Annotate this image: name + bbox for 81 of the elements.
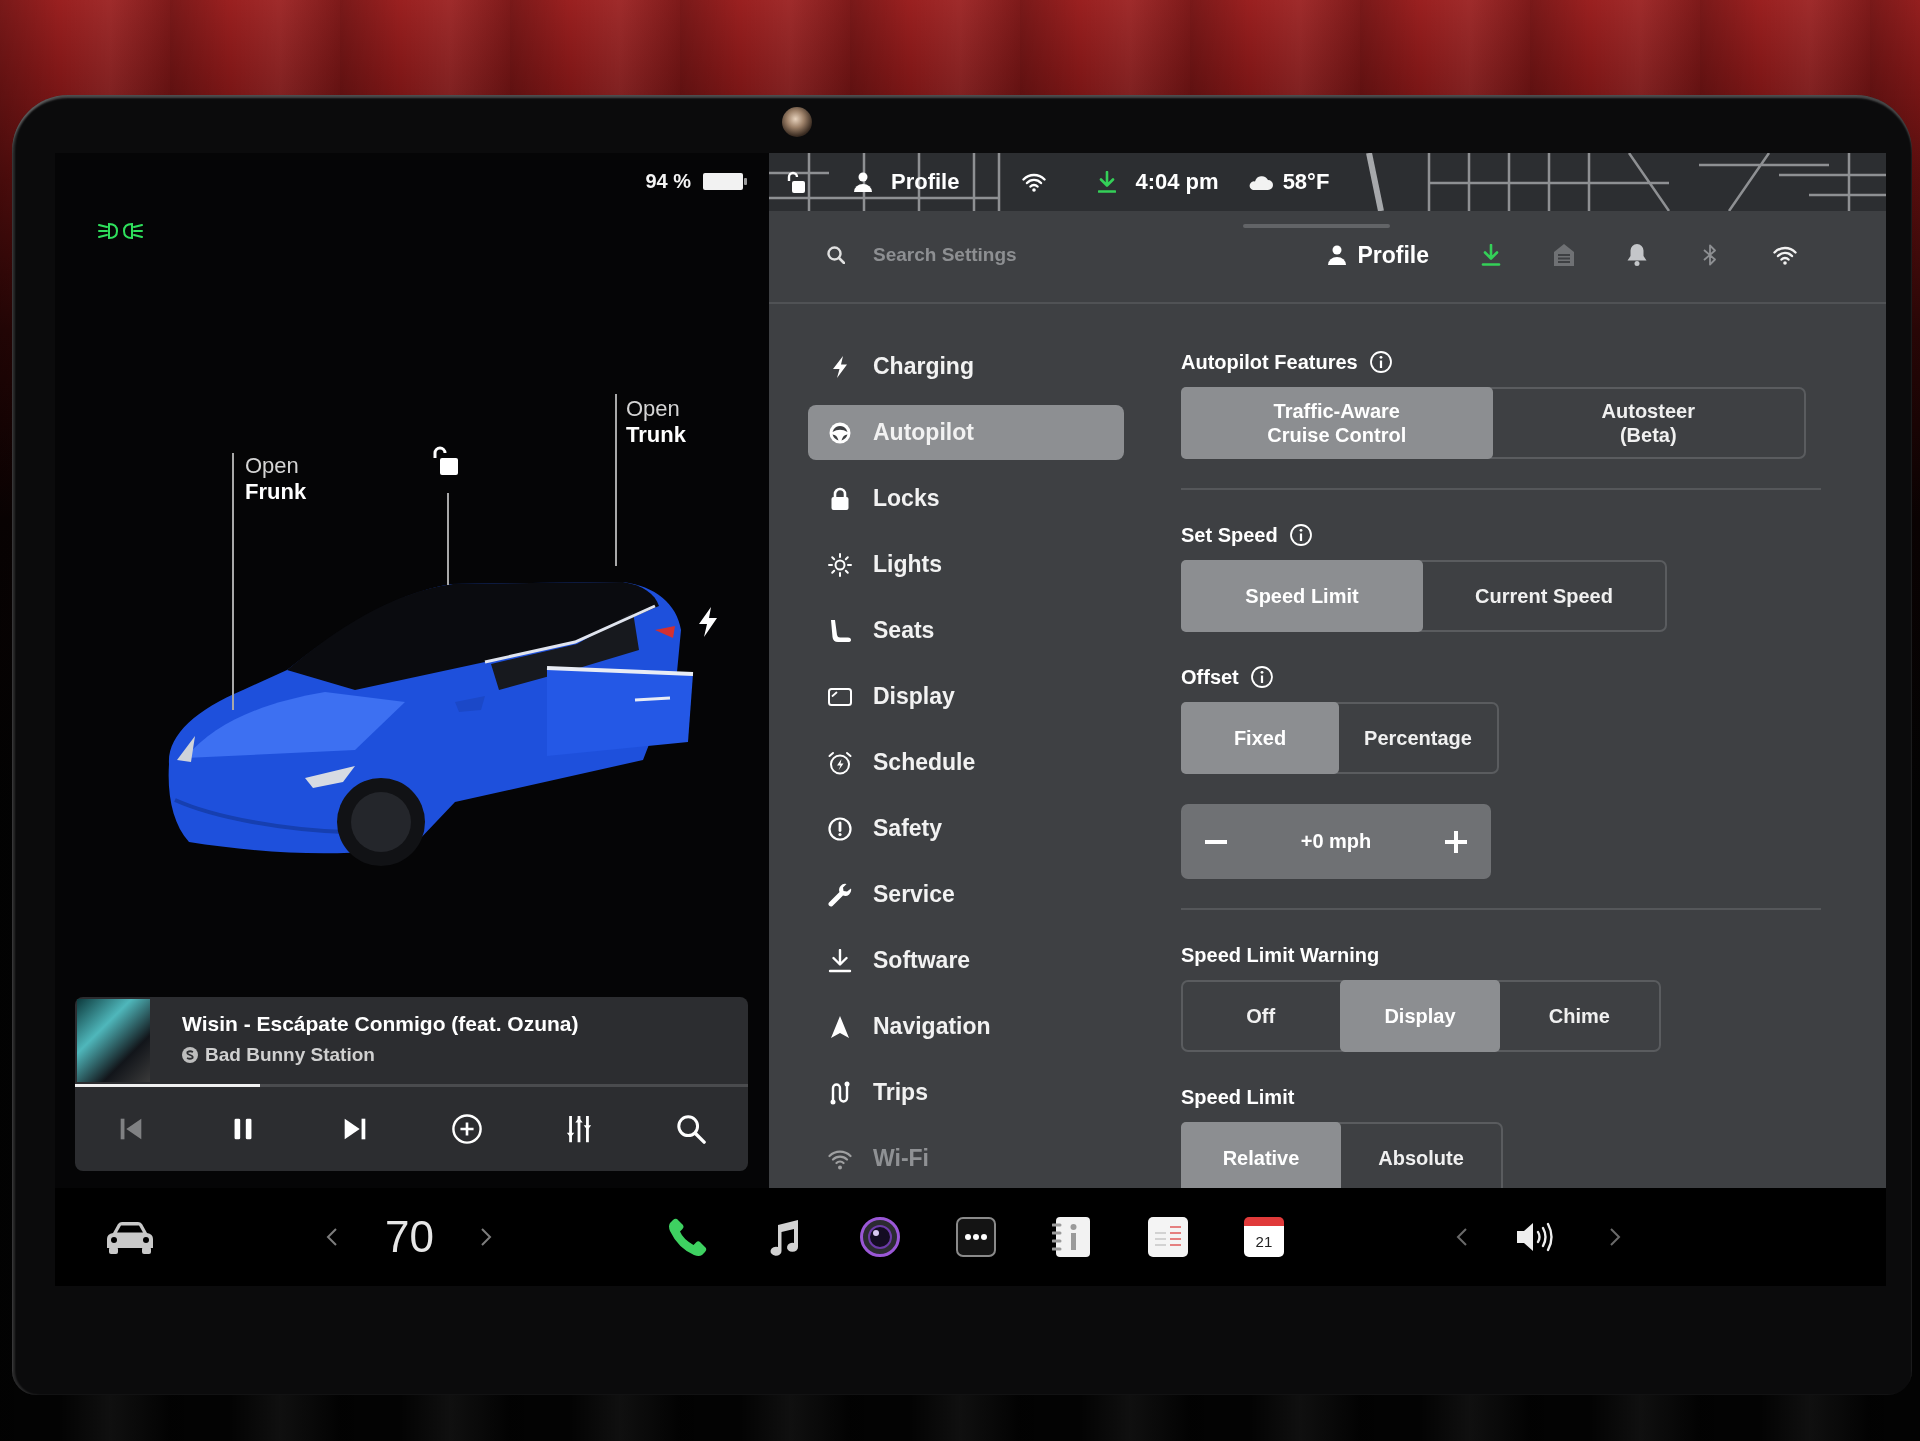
notebook-icon[interactable] [1051,1217,1092,1257]
open-frunk-button[interactable]: Open Frunk [245,453,307,505]
search-icon[interactable] [676,1114,706,1144]
route-icon [828,1080,852,1105]
cloud-icon [1247,174,1274,190]
segment-option[interactable]: Absolute [1341,1122,1501,1188]
chevron-right-icon[interactable] [479,1227,492,1247]
info-icon[interactable] [1289,524,1312,546]
settings-menu-item[interactable]: Service [808,867,1124,922]
wifi-icon[interactable] [1022,172,1047,192]
drag-handle[interactable] [1243,224,1390,228]
wifi-icon[interactable] [1773,245,1797,265]
more-icon[interactable] [955,1217,996,1257]
segment-option[interactable]: Autosteer (Beta) [1492,387,1804,459]
wrench-icon [828,882,852,907]
settings-menu-item[interactable]: Schedule [808,735,1124,790]
offset-value: +0 mph [1300,830,1372,853]
steering-wheel-icon [828,420,852,445]
playback-progress-track[interactable] [75,1084,748,1087]
section-title: Speed Limit Warning [1181,943,1380,967]
segment-option[interactable]: Current Speed [1423,560,1665,632]
minus-icon[interactable] [1205,839,1227,844]
profile-button[interactable]: Profile [854,169,960,195]
info-icon[interactable] [1369,351,1392,373]
section-title: Set Speed [1181,523,1278,547]
section-title: Autopilot Features [1181,350,1358,374]
car-icon[interactable] [105,1220,155,1254]
settings-menu-item[interactable]: Lights [808,537,1124,592]
battery-percent: 94 % [645,171,691,191]
person-icon [1328,245,1347,265]
speaker-icon[interactable] [1515,1221,1556,1253]
clock-time: 4:04 pm [1135,169,1219,195]
settings-menu-item[interactable]: Charging [808,339,1124,394]
headlight-icon [98,222,143,240]
camera-lens-icon [782,107,812,137]
info-icon[interactable] [1250,666,1273,688]
settings-menu-item[interactable]: Navigation [808,999,1124,1054]
bell-icon[interactable] [1627,244,1647,266]
calendar-button[interactable]: 21 [1243,1217,1284,1257]
alert-icon [828,816,852,841]
download-icon[interactable] [1481,244,1501,266]
battery-icon [703,172,747,190]
outside-temperature: 58°F [1282,169,1330,195]
plus-circle-icon[interactable] [452,1114,482,1144]
search-icon [827,246,845,264]
profile-button[interactable]: Profile [1328,241,1429,269]
settings-menu-item[interactable]: Safety [808,801,1124,856]
section-title: Speed Limit [1181,1085,1295,1109]
section-title: Offset [1181,665,1239,689]
station-icon [182,1047,198,1063]
settings-menu-item[interactable]: Seats [808,603,1124,658]
unlocked-padlock-icon[interactable] [787,171,805,193]
climate-temperature: 70 [385,1212,434,1262]
navigation-arrow-icon [828,1014,852,1039]
open-trunk-button[interactable]: Open Trunk [626,396,686,448]
chevron-left-icon[interactable] [1455,1227,1468,1247]
document-icon[interactable] [1147,1217,1188,1257]
sliders-icon[interactable] [564,1114,594,1144]
unlocked-padlock-icon[interactable] [432,445,458,475]
chevron-right-icon[interactable] [1608,1227,1621,1247]
segment-option[interactable]: Percentage [1339,702,1497,774]
search-field[interactable]: Search Settings [873,240,1133,270]
phone-icon[interactable] [667,1217,708,1257]
lightning-icon[interactable] [698,607,718,637]
download-icon [828,948,852,973]
settings-menu-item[interactable]: Locks [808,471,1124,526]
alarm-clock-icon [828,750,852,775]
settings-menu-item[interactable]: Trips [808,1065,1124,1120]
person-icon [854,172,872,192]
segment-option[interactable]: Chime [1499,980,1659,1052]
station-name: Bad Bunny Station [205,1044,375,1066]
settings-menu-item[interactable]: Software [808,933,1124,988]
settings-menu-item[interactable]: Display [808,669,1124,724]
plus-icon[interactable] [1445,830,1467,853]
camera-lens-icon[interactable] [859,1217,900,1257]
chevron-left-icon[interactable] [326,1227,338,1247]
sun-icon [828,552,852,577]
segment-option[interactable]: Off [1181,980,1341,1052]
seat-icon [828,618,852,643]
song-title: Wisin - Escápate Conmigo (feat. Ozuna) [182,1011,579,1037]
download-icon[interactable] [1098,171,1117,193]
